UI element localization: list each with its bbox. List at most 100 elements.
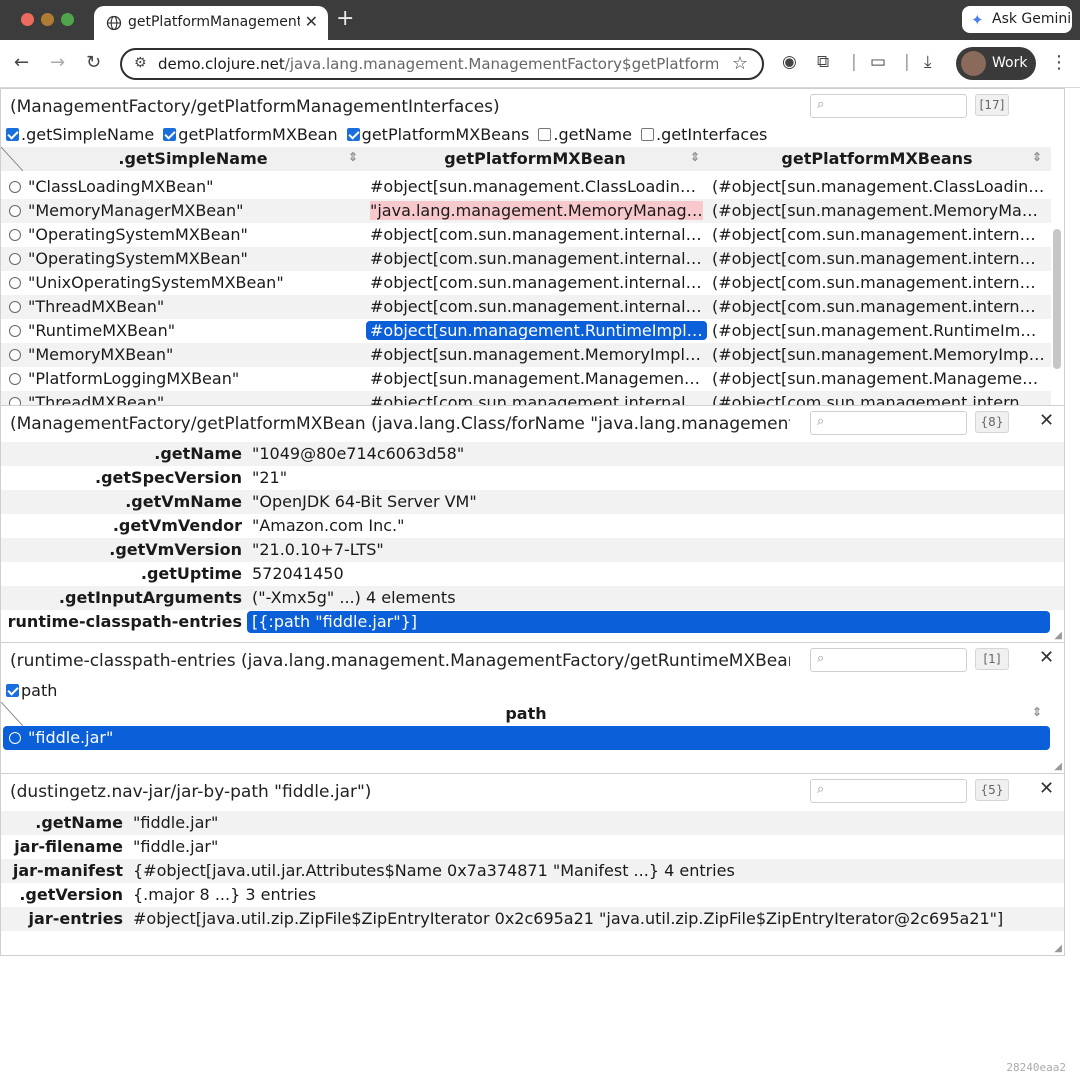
property-value[interactable]: "21" <box>252 468 287 487</box>
row-radio[interactable] <box>9 253 21 265</box>
property-row[interactable]: .getVmVendor "Amazon.com Inc." <box>1 514 1064 538</box>
password-manager-icon[interactable]: ◉ <box>782 52 797 72</box>
property-row[interactable]: .getVersion {.major 8 ...} 3 entries <box>1 883 1064 907</box>
row-radio[interactable] <box>9 732 21 744</box>
table-row[interactable]: "OperatingSystemMXBean" #object[com.sun.… <box>1 247 1051 271</box>
cell-mxbean-selected[interactable]: #object[sun.management.RuntimeImpl 0x... <box>366 321 707 340</box>
window-maximize-button[interactable] <box>61 13 74 26</box>
cell-path[interactable]: "fiddle.jar" <box>28 728 1028 747</box>
row-radio[interactable] <box>9 205 21 217</box>
cell-mxbeans[interactable]: (#object[sun.management.ManagementFa... <box>712 369 1045 388</box>
checkbox[interactable] <box>6 128 19 141</box>
cell-mxbeans[interactable]: (#object[sun.management.ClassLoadingImpl… <box>712 177 1045 196</box>
property-value[interactable]: {.major 8 ...} 3 entries <box>133 885 316 904</box>
row-radio[interactable] <box>9 349 21 361</box>
property-row[interactable]: .getSpecVersion "21" <box>1 466 1064 490</box>
cell-mxbean[interactable]: #object[sun.management.MemoryImpl 0x... <box>370 345 703 364</box>
cell-mxbean[interactable]: #object[com.sun.management.internal.Ho..… <box>370 297 703 316</box>
cell-mxbean[interactable]: #object[com.sun.management.internal.Op..… <box>370 225 703 244</box>
close-tab-icon[interactable]: ✕ <box>305 12 318 31</box>
column-option-getsimplename[interactable]: .getSimpleName <box>6 125 154 144</box>
property-row[interactable]: runtime-classpath-entries [{:path "fiddle… <box>1 610 1064 634</box>
property-value[interactable]: "fiddle.jar" <box>133 837 218 856</box>
column-option-getinterfaces[interactable]: .getInterfaces <box>641 125 767 144</box>
search-input[interactable]: ⌕ <box>810 411 967 435</box>
checkbox[interactable] <box>6 684 19 697</box>
column-option-path[interactable]: path <box>6 681 57 700</box>
search-input[interactable]: ⌕ <box>810 779 967 803</box>
property-row[interactable]: jar-entries #object[java.util.zip.ZipFile… <box>1 907 1064 931</box>
cell-mxbeans[interactable]: (#object[com.sun.management.internal.Ho.… <box>712 297 1045 316</box>
address-bar[interactable]: ⚙ demo.clojure.net/java.lang.management.… <box>120 48 764 80</box>
table-row[interactable]: "ThreadMXBean" #object[com.sun.managemen… <box>1 391 1051 405</box>
row-radio[interactable] <box>9 181 21 193</box>
cell-mxbeans[interactable]: (#object[com.sun.management.internal.O..… <box>712 273 1045 292</box>
sort-icon[interactable]: ⇕ <box>348 150 358 164</box>
header-path[interactable]: path <box>23 704 1029 723</box>
column-option-getplatformmxbeans[interactable]: getPlatformMXBeans <box>346 125 529 144</box>
property-value-selected[interactable]: [{:path "fiddle.jar"}] <box>247 611 1050 633</box>
property-value[interactable]: "fiddle.jar" <box>133 813 218 832</box>
sort-icon[interactable]: ⇕ <box>1032 150 1042 164</box>
sort-icon[interactable]: ⇕ <box>690 150 700 164</box>
row-radio[interactable] <box>9 277 21 289</box>
more-menu-icon[interactable]: ⋮ <box>1050 52 1068 73</box>
property-row[interactable]: .getName "fiddle.jar" <box>1 811 1064 835</box>
cell-mxbeans[interactable]: (#object[com.sun.management.internal.O..… <box>712 225 1045 244</box>
property-row[interactable]: .getUptime 572041450 <box>1 562 1064 586</box>
ask-gemini-button[interactable]: ✦ Ask Gemini <box>962 6 1072 33</box>
close-icon[interactable]: ✕ <box>1039 778 1054 799</box>
site-settings-icon[interactable]: ⚙ <box>134 55 147 71</box>
property-row[interactable]: .getName "1049@80e714c6063d58" <box>1 442 1064 466</box>
property-value[interactable]: #object[java.util.zip.ZipFile$ZipEntryIt… <box>133 909 1003 928</box>
browser-tab[interactable]: getPlatformManagementInter ✕ <box>94 6 328 40</box>
cast-icon[interactable]: ▭ <box>870 52 886 72</box>
row-radio[interactable] <box>9 229 21 241</box>
new-tab-button[interactable]: + <box>336 6 354 31</box>
checkbox[interactable] <box>346 128 360 141</box>
table-row[interactable]: "RuntimeMXBean" #object[sun.management.R… <box>1 319 1051 343</box>
cell-mxbeans[interactable]: (#object[sun.management.MemoryManagerImp… <box>712 201 1045 220</box>
close-icon[interactable]: ✕ <box>1039 410 1054 431</box>
property-value[interactable]: "Amazon.com Inc." <box>252 516 404 535</box>
bookmark-star-icon[interactable]: ☆ <box>732 53 748 74</box>
checkbox[interactable] <box>641 128 655 141</box>
sort-icon[interactable]: ⇕ <box>1032 705 1042 719</box>
checkbox[interactable] <box>538 128 552 141</box>
cell-mxbean[interactable]: #object[com.sun.management.internal.Op..… <box>370 249 703 268</box>
cell-mxbean-error[interactable]: "java.lang.management.MemoryManagerMXBea… <box>370 201 703 220</box>
cell-mxbeans[interactable]: (#object[sun.management.RuntimeImpl 0x..… <box>712 321 1045 340</box>
resize-handle-icon[interactable]: ◢ <box>1054 943 1062 954</box>
back-icon[interactable]: ← <box>14 52 29 73</box>
cell-mxbean[interactable]: #object[sun.management.ManagementFac... <box>370 369 703 388</box>
reload-icon[interactable]: ↻ <box>86 52 101 73</box>
row-radio[interactable] <box>9 325 21 337</box>
close-icon[interactable]: ✕ <box>1039 647 1054 668</box>
search-input[interactable]: ⌕ <box>810 94 967 118</box>
row-radio[interactable] <box>9 373 21 385</box>
table-row[interactable]: "PlatformLoggingMXBean" #object[sun.mana… <box>1 367 1051 391</box>
header-getsimplename[interactable]: .getSimpleName <box>23 149 363 168</box>
forward-icon[interactable]: → <box>50 52 65 73</box>
property-row[interactable]: .getVmVersion "21.0.10+7-LTS" <box>1 538 1064 562</box>
property-row[interactable]: .getVmName "OpenJDK 64-Bit Server VM" <box>1 490 1064 514</box>
scrollbar[interactable] <box>1053 229 1061 369</box>
property-value[interactable]: ("-Xmx5g" ...) 4 elements <box>252 588 456 607</box>
table-row[interactable]: "UnixOperatingSystemMXBean" #object[com.… <box>1 271 1051 295</box>
table-row[interactable]: "OperatingSystemMXBean" #object[com.sun.… <box>1 223 1051 247</box>
cell-mxbeans[interactable]: (#object[sun.management.MemoryImpl 0x... <box>712 345 1045 364</box>
cell-mxbean[interactable]: #object[com.sun.management.internal.Op..… <box>370 273 703 292</box>
search-input[interactable]: ⌕ <box>810 648 967 672</box>
property-value[interactable]: "1049@80e714c6063d58" <box>252 444 464 463</box>
table-row[interactable]: "ClassLoadingMXBean" #object[sun.managem… <box>1 175 1051 199</box>
checkbox[interactable] <box>163 128 177 141</box>
column-option-getname[interactable]: .getName <box>538 125 632 144</box>
property-value[interactable]: "21.0.10+7-LTS" <box>252 540 384 559</box>
window-close-button[interactable] <box>21 13 34 26</box>
column-option-getplatformmxbean[interactable]: getPlatformMXBean <box>163 125 338 144</box>
table-row[interactable]: "MemoryMXBean" #object[sun.management.Me… <box>1 343 1051 367</box>
row-radio[interactable] <box>9 301 21 313</box>
download-icon[interactable]: ⤓ <box>924 52 932 72</box>
property-row[interactable]: .getInputArguments ("-Xmx5g" ...) 4 eleme… <box>1 586 1064 610</box>
header-getplatformmxbean[interactable]: getPlatformMXBean <box>365 149 705 168</box>
